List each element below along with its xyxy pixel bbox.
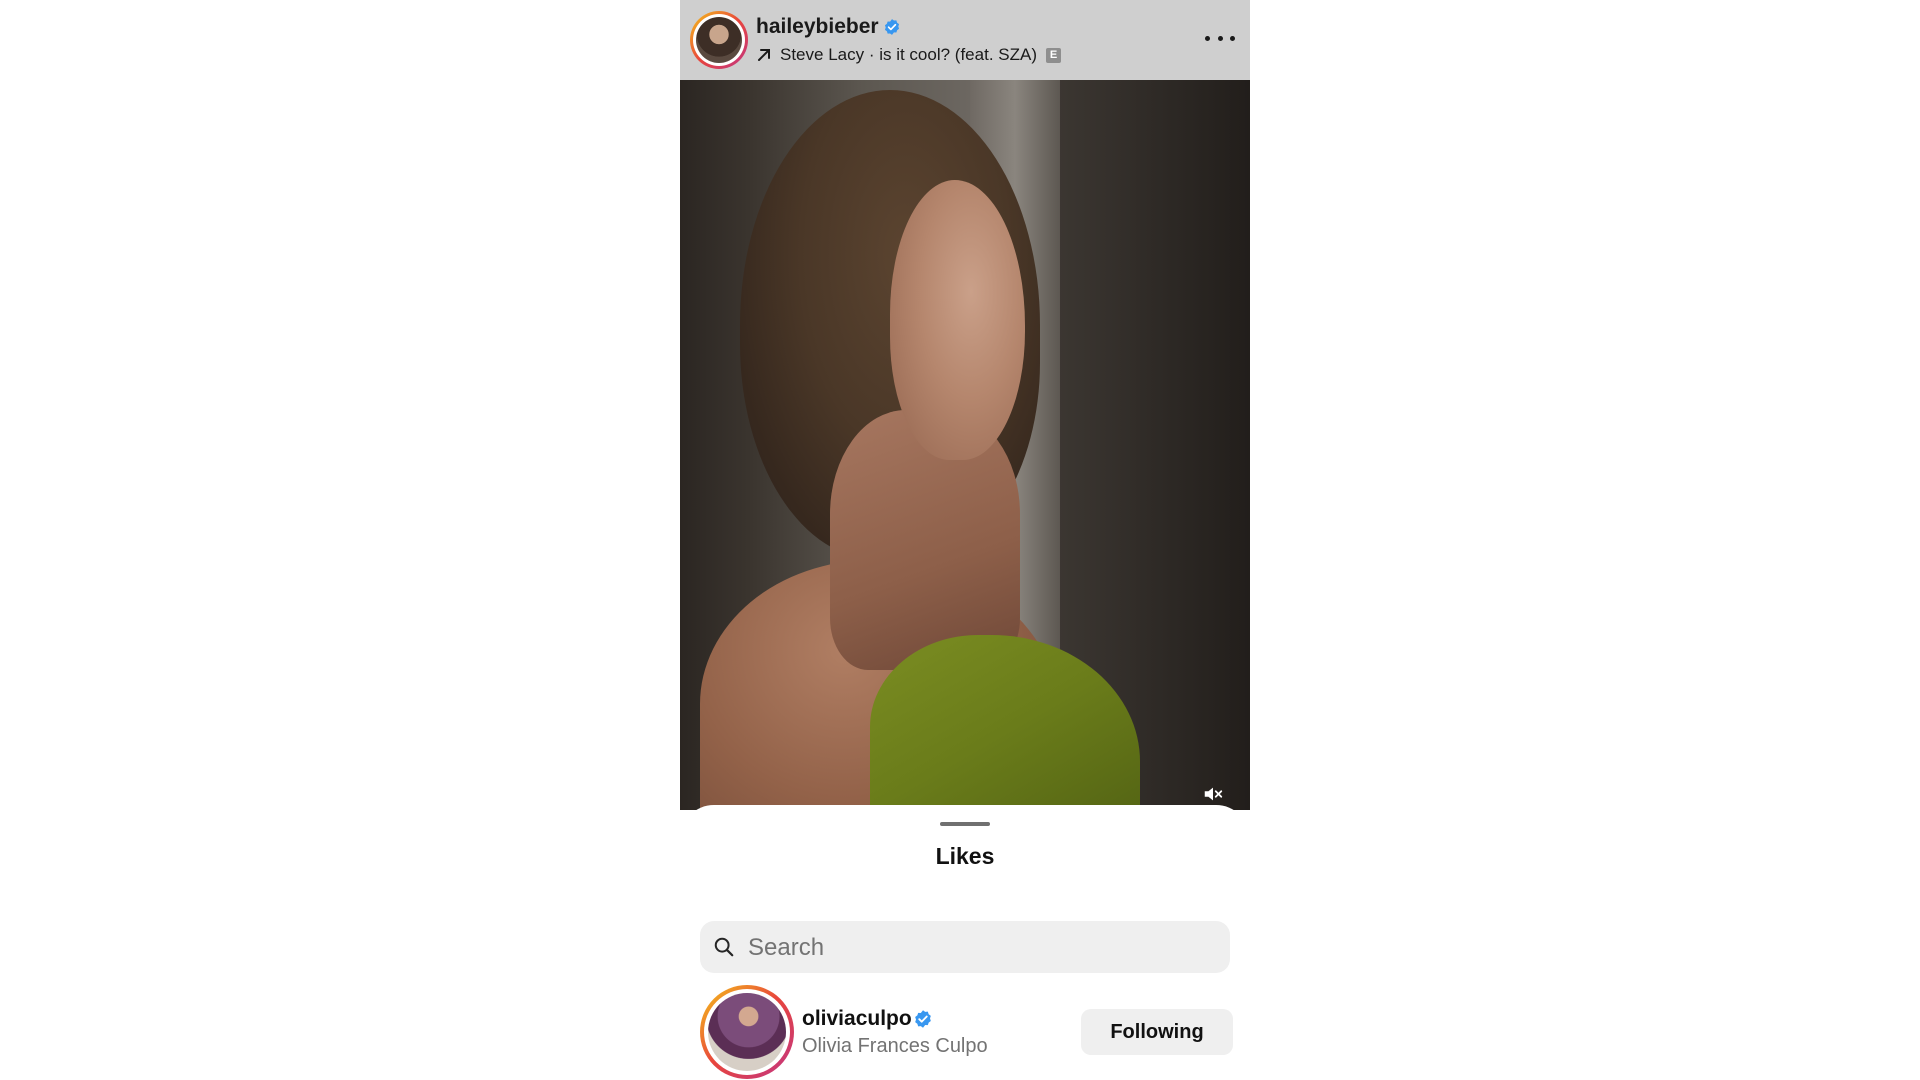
arrow-up-right-icon	[758, 49, 770, 61]
following-button[interactable]: Following	[1081, 1009, 1233, 1055]
explicit-badge: E	[1045, 47, 1061, 63]
sheet-drag-handle[interactable]	[940, 822, 990, 826]
verified-badge-icon	[884, 19, 900, 35]
post-photo[interactable]	[680, 80, 1250, 810]
search-icon	[714, 937, 734, 957]
more-horizontal-icon	[1205, 35, 1210, 41]
verified-badge-icon	[915, 1010, 931, 1028]
search-input[interactable]	[746, 921, 1220, 975]
search-box[interactable]	[700, 921, 1230, 975]
sheet-title: Likes	[935, 843, 995, 869]
list-item[interactable]: oliviaculpo Olivia Frances Culpo Followi…	[680, 985, 1250, 1080]
music-track-label: Steve Lacy · is it cool? (feat. SZA)	[780, 45, 1037, 64]
liker-username[interactable]: oliviaculpo	[802, 1007, 912, 1031]
liker-full-name: Olivia Frances Culpo	[802, 1035, 988, 1057]
post-header: haileybieber Steve Lacy · is it cool? (f…	[680, 0, 1250, 80]
phone-screen: haileybieber Steve Lacy · is it cool? (f…	[680, 0, 1250, 1080]
music-attribution[interactable]: Steve Lacy · is it cool? (feat. SZA) E	[756, 44, 1061, 66]
speaker-muted-icon[interactable]	[1202, 783, 1224, 805]
avatar[interactable]	[700, 985, 794, 1079]
author-username[interactable]: haileybieber	[756, 15, 879, 39]
more-options-button[interactable]	[1205, 26, 1235, 50]
author-avatar[interactable]	[690, 11, 748, 69]
likes-sheet: Likes oliviaculpo Olivia Frances Culpo F…	[680, 805, 1250, 1080]
